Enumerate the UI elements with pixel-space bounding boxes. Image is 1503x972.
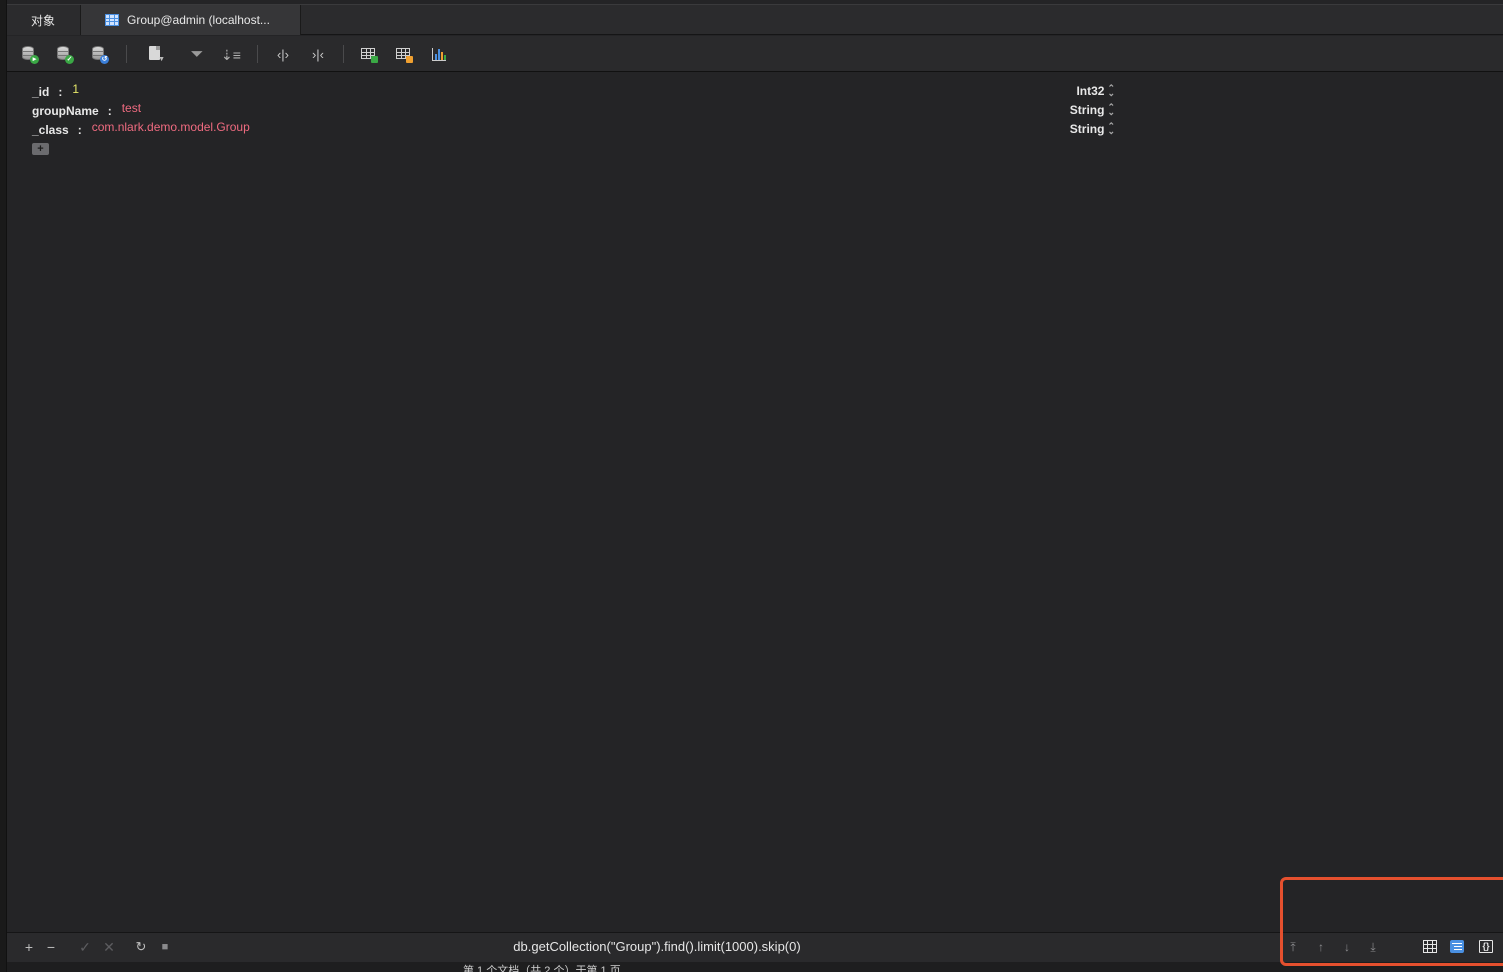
tab-objects[interactable]: 对象 (7, 5, 81, 35)
status-strip: 第 1 个文档（共 2 个）于第 1 页 (7, 962, 1503, 972)
tab-bar: 对象 Group@admin (localhost... (7, 4, 1503, 35)
export-document-button[interactable]: ▼ (145, 45, 165, 65)
field-value[interactable]: 1 (72, 82, 79, 96)
sort-icon: ⇣≡ (221, 47, 241, 63)
field-separator: : (58, 85, 63, 99)
table-icon (105, 14, 119, 26)
updown-icon: ⌃ ⌄ (1107, 102, 1115, 117)
first-record-button[interactable]: ⤒ (1285, 939, 1301, 955)
bar-chart-icon (432, 48, 446, 61)
chart-button[interactable] (428, 45, 448, 65)
begin-transaction-button[interactable]: ▸ (20, 45, 40, 65)
toolbar: ▸ ✓ ↺ ▼ ⏷ ⇣≡ ‹|› ›|‹ (7, 36, 1503, 72)
export-badge-icon (406, 56, 413, 63)
import-wizard-button[interactable] (359, 45, 379, 65)
updown-icon: ⌃ ⌄ (1107, 121, 1115, 136)
sort-button[interactable]: ⇣≡ (221, 45, 241, 65)
field-value[interactable]: test (122, 101, 141, 115)
field-separator: : (77, 123, 82, 137)
toolbar-divider (343, 45, 344, 63)
chevron-down-icon: ▼ (158, 56, 165, 63)
status-text: 第 1 个文档（共 2 个）于第 1 页 (463, 965, 621, 972)
document-editor: _id : 1 Int32 ⌃ ⌄ groupName : test String… (7, 72, 1503, 932)
collapse-icon: ›|‹ (311, 47, 325, 62)
bottom-bar: + − ✓ ✕ ↻ ■ db.getCollection("Group").fi… (7, 932, 1503, 962)
field-name: _id (32, 85, 50, 99)
rollback-button[interactable]: ↺ (90, 45, 110, 65)
next-record-button[interactable]: ↓ (1339, 939, 1355, 955)
expand-icon: ‹|› (276, 47, 290, 62)
tab-collection[interactable]: Group@admin (localhost... (81, 5, 301, 35)
toolbar-divider (257, 45, 258, 63)
json-view-button[interactable]: {} (1479, 940, 1493, 953)
app-window: 对象 Group@admin (localhost... ▸ ✓ ↺ ▼ ⏷ ⇣… (0, 0, 1503, 972)
filter-button[interactable]: ⏷ (187, 45, 207, 65)
expand-button[interactable]: ‹|› (273, 45, 293, 65)
field-name: groupName (32, 104, 99, 118)
field-type-label: String (1069, 122, 1105, 136)
grid-view-button[interactable] (1423, 940, 1437, 953)
field-type-label: String (1069, 103, 1105, 117)
field-value[interactable]: com.nlark.demo.model.Group (92, 120, 250, 134)
add-field-button[interactable]: + (32, 143, 49, 155)
field-separator: : (107, 104, 112, 118)
tab-collection-label: Group@admin (localhost... (127, 13, 270, 27)
last-record-button[interactable]: ⤓ (1365, 939, 1381, 955)
undo-icon: ↺ (100, 55, 109, 64)
toolbar-divider (126, 45, 127, 63)
updown-icon: ⌃ ⌄ (1107, 83, 1115, 98)
previous-record-button[interactable]: ↑ (1313, 939, 1329, 955)
field-row[interactable]: _id : 1 (32, 82, 79, 103)
field-type-select[interactable]: String ⌃ ⌄ (1069, 102, 1115, 118)
field-type-select[interactable]: String ⌃ ⌄ (1069, 121, 1115, 137)
field-type-label: Int32 (1076, 84, 1105, 98)
collapse-button[interactable]: ›|‹ (308, 45, 328, 65)
play-icon: ▸ (30, 55, 39, 64)
commit-button[interactable]: ✓ (55, 45, 75, 65)
import-badge-icon (371, 56, 378, 63)
tab-objects-label: 对象 (31, 13, 56, 28)
export-wizard-button[interactable] (394, 45, 414, 65)
left-gutter (0, 0, 7, 972)
tree-view-icon (1452, 943, 1462, 944)
query-text: db.getCollection("Group").find().limit(1… (513, 939, 801, 954)
field-type-select[interactable]: Int32 ⌃ ⌄ (1076, 83, 1115, 99)
field-name: _class (32, 123, 69, 137)
filter-icon: ⏷ (190, 46, 204, 63)
tree-view-button[interactable] (1450, 940, 1464, 953)
check-icon: ✓ (65, 55, 74, 64)
field-row[interactable]: _class : com.nlark.demo.model.Group (32, 120, 250, 141)
